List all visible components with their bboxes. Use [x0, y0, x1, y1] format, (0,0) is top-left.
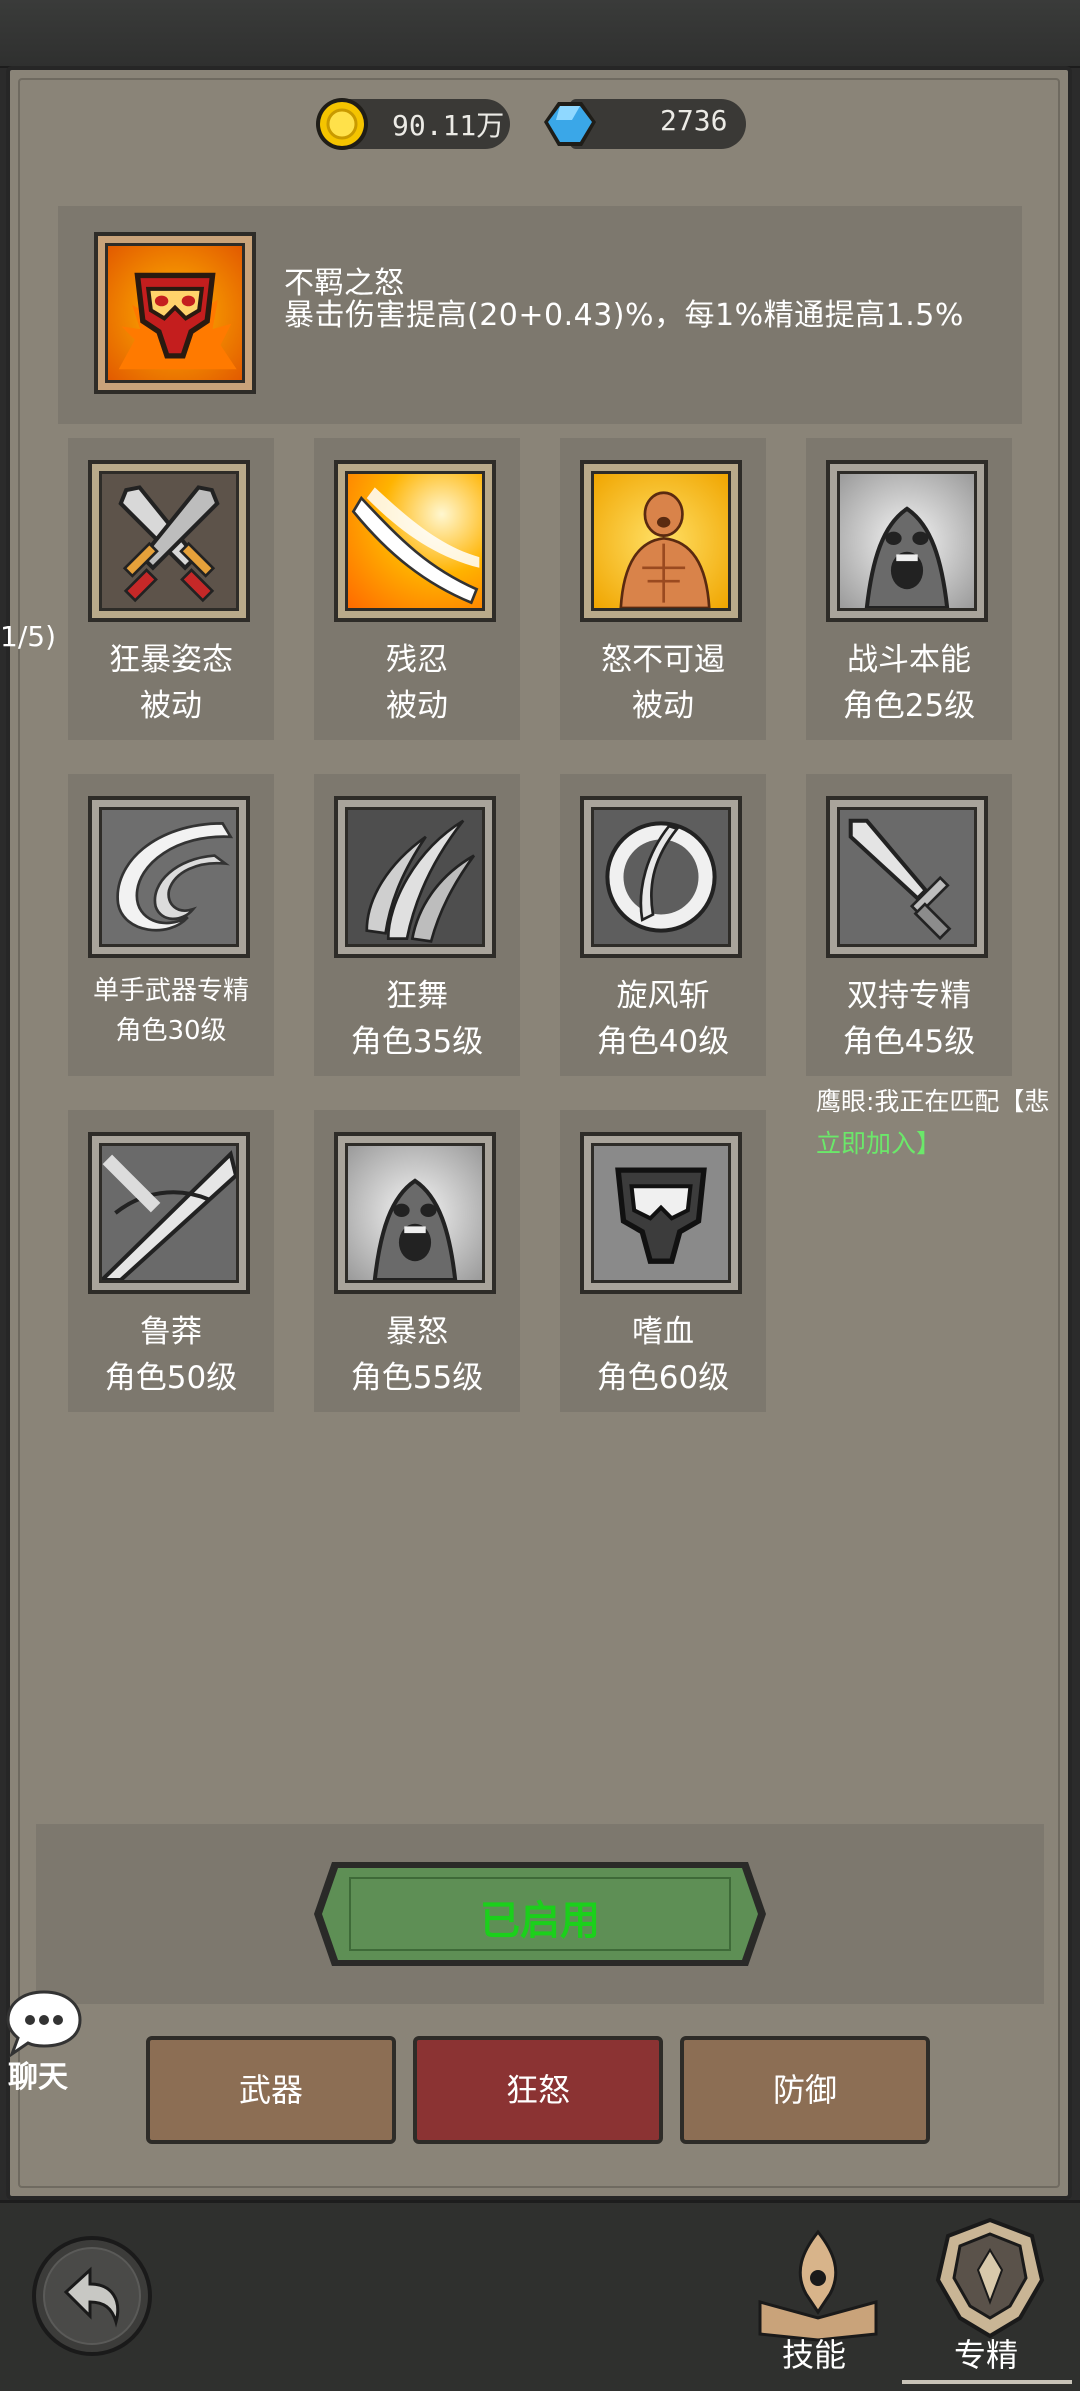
skill-cell-dual-wield-mastery[interactable]: 双持专精 角色45级 — [806, 774, 1012, 1076]
whirlwind-blade-icon — [591, 807, 731, 947]
skill-cell-battle-instinct[interactable]: 战斗本能 角色25级 — [806, 438, 1012, 740]
detail-description: 暴击伤害提高(20+0.43)%，每1%精通提高1.5% — [284, 298, 964, 333]
skills-book-icon[interactable] — [750, 2222, 886, 2342]
skill-requirement: 角色30级 — [115, 1016, 227, 1046]
chat-button-label[interactable]: 聊天 — [8, 2052, 68, 2096]
skill-icon-frame — [88, 796, 250, 958]
skill-icon-frame — [580, 796, 742, 958]
enabled-button[interactable]: 已启用 — [310, 1858, 770, 1970]
blue-gem-icon — [544, 102, 596, 146]
gold-value: 90.11万 — [392, 109, 505, 142]
gold-currency: 90.11万 — [314, 96, 514, 152]
skill-name: 狂舞 — [386, 978, 448, 1014]
skill-requirement: 角色35级 — [350, 1024, 484, 1060]
skill-requirement: 角色45级 — [842, 1024, 976, 1060]
skill-cell-recklessness[interactable]: 鲁莽 角色50级 — [68, 1110, 274, 1412]
skill-name: 战斗本能 — [847, 642, 971, 678]
skill-name: 鲁莽 — [140, 1314, 202, 1350]
skill-icon-frame — [826, 796, 988, 958]
gem-value: 2736 — [660, 104, 728, 137]
skill-cell-cruelty[interactable]: 残忍 被动 — [314, 438, 520, 740]
skill-requirement: 角色25级 — [842, 688, 976, 724]
broad-sword-icon — [99, 1143, 239, 1283]
claw-icon — [345, 807, 485, 947]
screaming-face-icon — [837, 471, 977, 611]
skill-name: 怒不可遏 — [601, 642, 725, 678]
skill-cell-unstoppable-rage[interactable]: 怒不可遏 被动 — [560, 438, 766, 740]
skill-icon-frame — [88, 460, 250, 622]
tab-defense[interactable]: 防御 — [680, 2036, 930, 2144]
skill-name: 嗜血 — [632, 1314, 694, 1350]
whirl-icon — [99, 807, 239, 947]
skill-icon-frame — [334, 460, 496, 622]
gem-currency: 2736 — [542, 96, 752, 152]
enabled-button-label: 已启用 — [480, 1898, 600, 1944]
specialization-crest-icon[interactable] — [920, 2214, 1060, 2344]
back-arrow-icon[interactable] — [30, 2234, 154, 2358]
skill-requirement: 角色40级 — [596, 1024, 730, 1060]
skill-requirement: 被动 — [632, 688, 694, 724]
skill-requirement: 角色55级 — [350, 1360, 484, 1396]
crossed-swords-icon — [99, 471, 239, 611]
top-strip — [0, 0, 1080, 68]
skill-requirement: 角色50级 — [104, 1360, 238, 1396]
skill-cell-berserker-stance[interactable]: 狂暴姿态 被动 — [68, 438, 274, 740]
chat-bubble-icon[interactable] — [4, 1988, 84, 2058]
skill-cell-wild-dance[interactable]: 狂舞 角色35级 — [314, 774, 520, 1076]
skill-requirement: 角色60级 — [596, 1360, 730, 1396]
screaming-face-icon — [345, 1143, 485, 1283]
raging-man-icon — [591, 471, 731, 611]
tab-weapon[interactable]: 武器 — [146, 2036, 396, 2144]
skill-cell-whirlwind[interactable]: 旋风斩 角色40级 — [560, 774, 766, 1076]
skill-icon-frame — [580, 1132, 742, 1294]
skill-name: 狂暴姿态 — [109, 642, 233, 678]
skill-icon-frame — [580, 460, 742, 622]
chat-join-link[interactable]: 立即加入】 — [816, 1124, 941, 1160]
skill-cell-rampage[interactable]: 暴怒 角色55级 — [314, 1110, 520, 1412]
skill-requirement: 被动 — [140, 688, 202, 724]
blood-mask-icon — [105, 243, 245, 383]
slash-burst-icon — [345, 471, 485, 611]
tab-fury[interactable]: 狂怒 — [413, 2036, 663, 2144]
bottom-nav — [0, 2200, 1080, 2391]
skill-icon-frame — [826, 460, 988, 622]
skill-name: 双持专精 — [847, 978, 971, 1014]
skill-icon-frame — [334, 1132, 496, 1294]
skill-name: 暴怒 — [386, 1314, 448, 1350]
skill-cell-bloodthirst[interactable]: 嗜血 角色60级 — [560, 1110, 766, 1412]
skill-icon-frame — [334, 796, 496, 958]
skill-icon-frame — [88, 1132, 250, 1294]
selected-skill-icon-frame — [94, 232, 256, 394]
skill-name: 旋风斩 — [616, 978, 710, 1014]
blood-mask-icon — [591, 1143, 731, 1283]
nav-skills-label[interactable]: 技能 — [782, 2330, 846, 2376]
nav-specialization-label[interactable]: 专精 — [954, 2330, 1018, 2376]
skill-name: 残忍 — [386, 642, 448, 678]
skill-name: 单手武器专精 — [92, 976, 249, 1006]
side-counter-label: 1/5) — [0, 620, 56, 653]
dagger-icon — [837, 807, 977, 947]
skill-requirement: 被动 — [386, 688, 448, 724]
skill-cell-one-hand-mastery[interactable]: 单手武器专精 角色30级 — [68, 774, 274, 1076]
chat-feed-message: 鹰眼:我正在匹配【悲 — [816, 1087, 1050, 1116]
active-tab-indicator — [902, 2380, 1072, 2384]
gold-coin-icon — [316, 98, 368, 150]
